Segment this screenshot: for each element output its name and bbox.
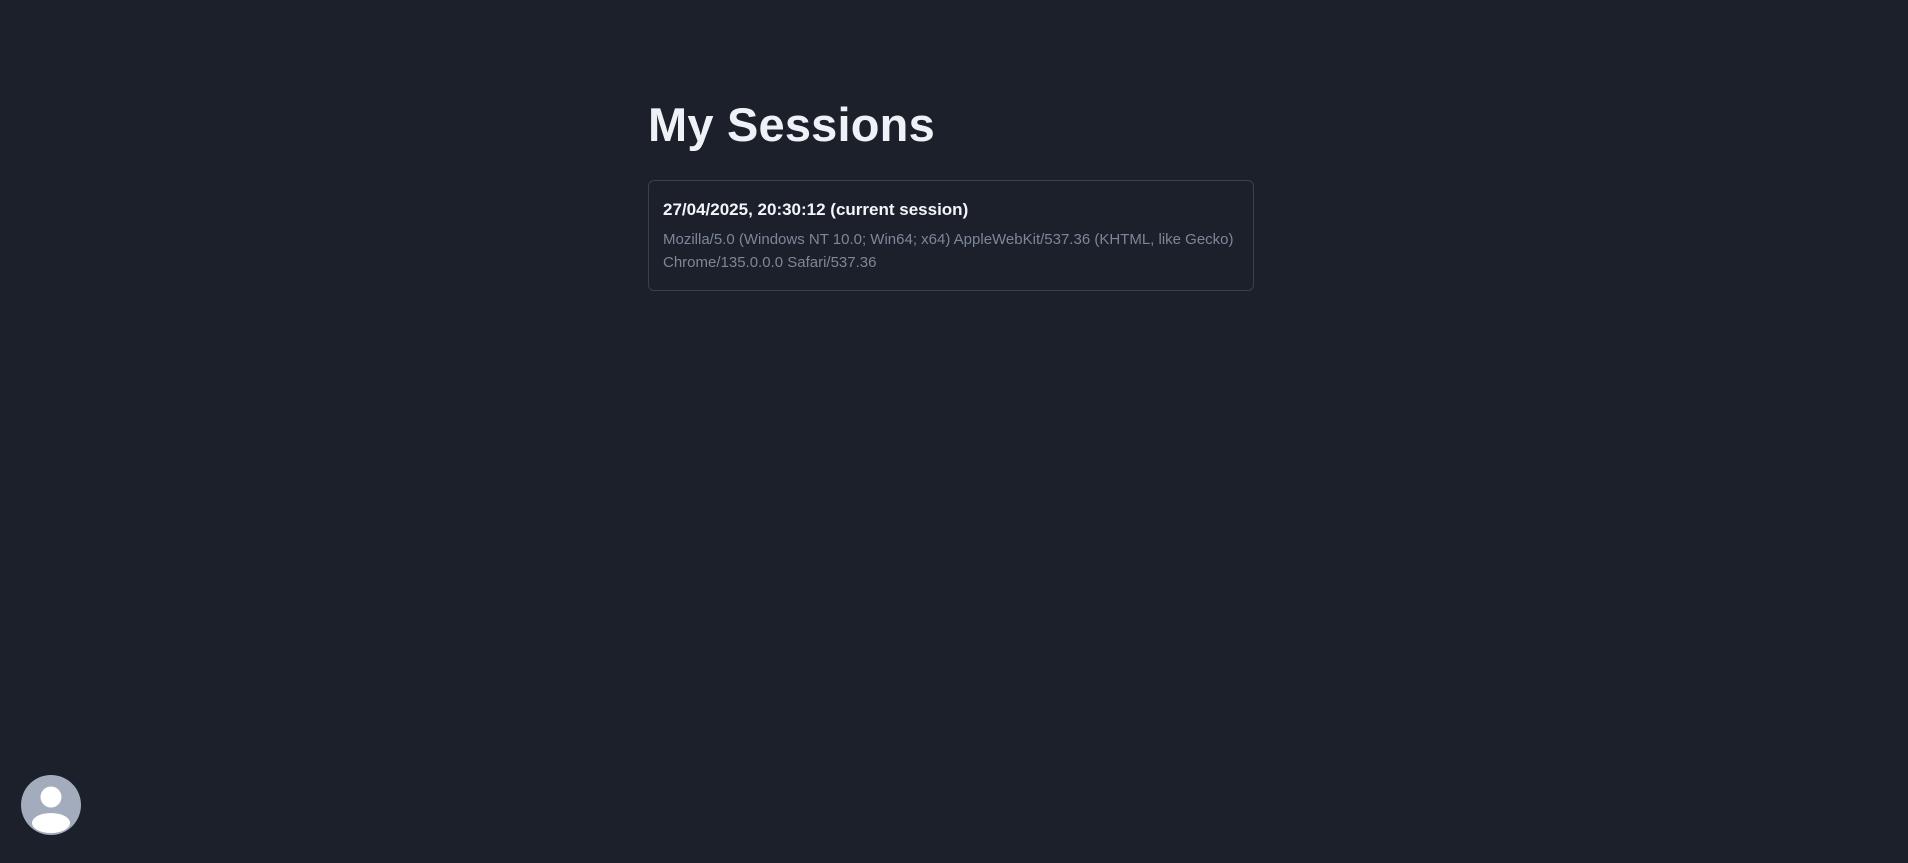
user-avatar-button[interactable] <box>21 775 81 835</box>
sessions-page: My Sessions 27/04/2025, 20:30:12 (curren… <box>648 92 1254 291</box>
session-card: 27/04/2025, 20:30:12 (current session) M… <box>648 180 1254 291</box>
session-timestamp: 27/04/2025, 20:30:12 (current session) <box>663 200 969 219</box>
session-list: 27/04/2025, 20:30:12 (current session) M… <box>648 180 1254 291</box>
page-title: My Sessions <box>648 98 935 151</box>
session-user-agent: Mozilla/5.0 (Windows NT 10.0; Win64; x64… <box>663 231 1234 271</box>
user-icon <box>32 786 70 833</box>
